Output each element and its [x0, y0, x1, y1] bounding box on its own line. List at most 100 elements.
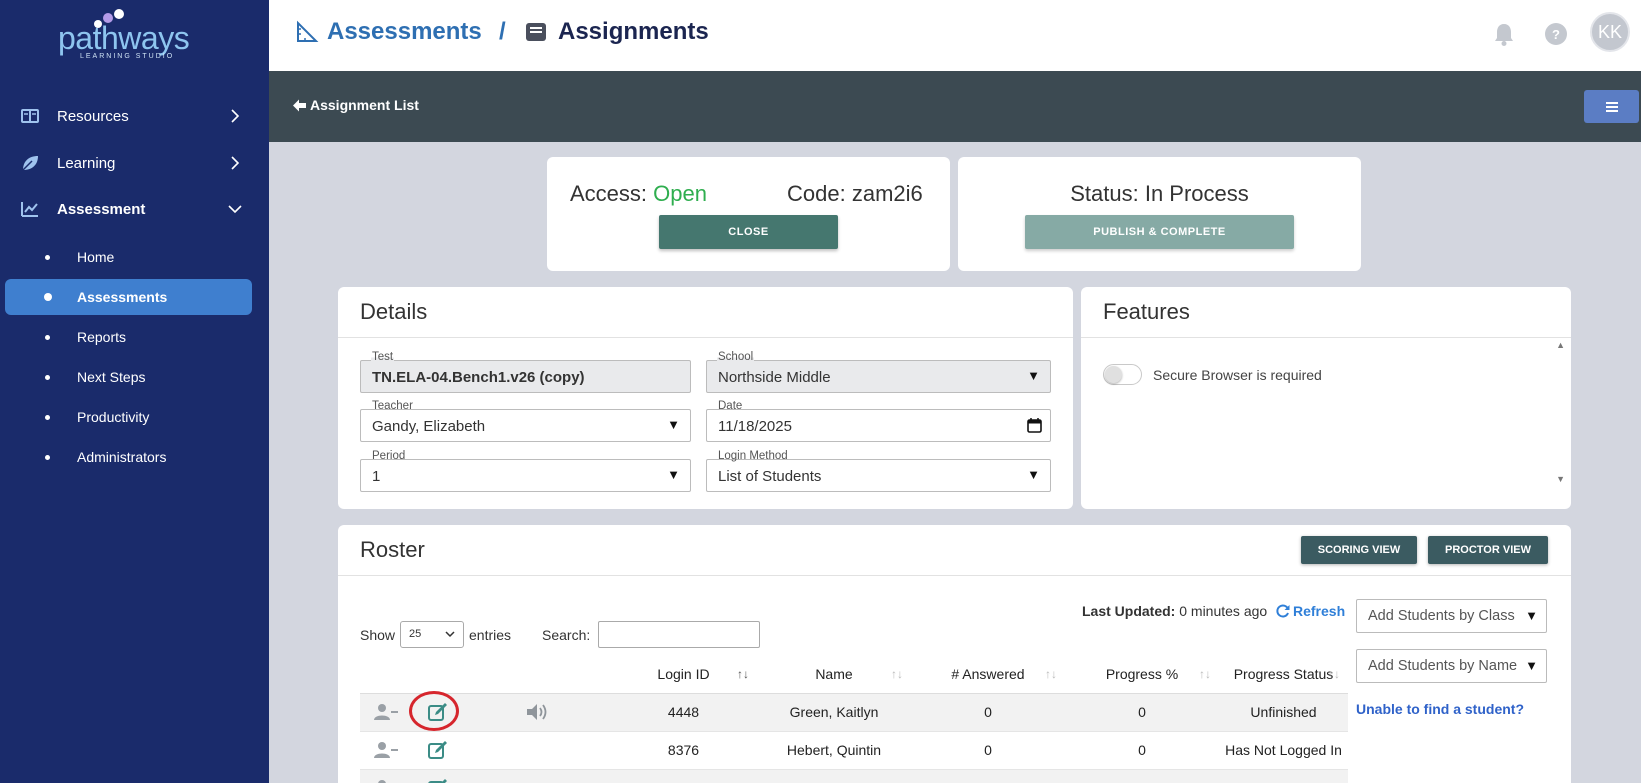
sidebar-subitem-home[interactable]: Home	[5, 239, 252, 275]
login-id-cell	[610, 769, 757, 783]
divider	[338, 575, 1571, 576]
column-header-progress-status[interactable]: Progress Status ↑↓	[1219, 655, 1348, 694]
details-card: Details Test TN.ELA-04.Bench1.v26 (copy)…	[338, 287, 1073, 509]
code-label: Code:	[787, 181, 846, 206]
show-label: Show	[360, 627, 396, 643]
scoring-view-button[interactable]: SCORING VIEW	[1301, 536, 1417, 564]
status-value: In Process	[1144, 181, 1249, 206]
user-minus-icon[interactable]	[374, 779, 398, 783]
sort-icon: ↑↓	[891, 667, 903, 681]
login-method-select[interactable]: Login Method List of Students ▼	[706, 450, 1051, 492]
sidebar-subitem-administrators[interactable]: Administrators	[5, 439, 252, 475]
remove-student-cell	[360, 693, 412, 732]
access-code: Code: zam2i6	[787, 181, 923, 207]
caret-down-icon: ▼	[1525, 658, 1538, 673]
scroll-down-icon[interactable]: ▼	[1556, 474, 1565, 484]
date-input-label: Date	[717, 400, 744, 412]
teacher-select-label: Teacher	[371, 400, 414, 412]
hamburger-icon	[1605, 101, 1618, 112]
bell-icon[interactable]	[1490, 20, 1518, 48]
sort-asc-icon: ↑↓	[737, 667, 749, 681]
column-header-label: # Answered	[951, 665, 1025, 682]
access-status: Access: Open	[570, 181, 707, 207]
bullet-icon	[45, 414, 50, 420]
entries-select[interactable]: 25	[400, 621, 464, 648]
status-label: Status:	[1070, 181, 1139, 206]
sidebar-subitem-reports[interactable]: Reports	[5, 319, 252, 355]
bullet-icon	[45, 334, 50, 340]
edit-icon[interactable]	[427, 777, 449, 783]
volume-icon[interactable]	[526, 703, 548, 721]
sidebar: pathways LEARNING STUDIO Resources Learn…	[0, 0, 269, 783]
user-minus-icon[interactable]	[374, 703, 398, 721]
back-link-label: Assignment List	[310, 97, 419, 113]
name-cell	[757, 769, 911, 783]
login-id-cell: 8376	[610, 731, 757, 770]
arrow-left-icon	[293, 99, 306, 111]
avatar[interactable]: KK	[1590, 12, 1630, 52]
teacher-select[interactable]: Teacher Gandy, Elizabeth ▼	[360, 400, 691, 442]
user-minus-icon[interactable]	[374, 741, 398, 759]
add-students-by-name-select[interactable]: Add Students by Name ▼	[1356, 649, 1547, 683]
publish-complete-button[interactable]: PUBLISH & COMPLETE	[1025, 215, 1294, 249]
progress-cell	[1065, 769, 1219, 783]
sidebar-subitem-assessments[interactable]: Assessments	[5, 279, 252, 315]
features-title: Features	[1103, 299, 1190, 324]
period-select[interactable]: Period 1 ▼	[360, 450, 691, 492]
hamburger-menu-button[interactable]	[1584, 90, 1639, 123]
add-students-by-class-select[interactable]: Add Students by Class ▼	[1356, 599, 1547, 633]
table-row: 4448 Green, Kaitlyn 0 0 Unfinished	[360, 693, 1348, 732]
calendar-icon[interactable]	[1027, 418, 1042, 433]
scroll-up-icon[interactable]: ▲	[1556, 340, 1565, 350]
secure-browser-label: Secure Browser is required	[1153, 367, 1322, 383]
column-header-name[interactable]: Name ↑↓	[757, 655, 911, 694]
sidebar-item-learning[interactable]: Learning	[0, 143, 269, 183]
svg-text:?: ?	[1552, 27, 1560, 42]
answered-cell	[911, 769, 1065, 783]
unable-to-find-student-link[interactable]: Unable to find a student?	[1356, 701, 1524, 717]
column-header-answered[interactable]: # Answered ↑↓	[911, 655, 1065, 694]
access-card: Access: Open Code: zam2i6 CLOSE	[547, 157, 950, 271]
pathways-logo[interactable]: pathways LEARNING STUDIO	[50, 6, 210, 66]
roster-card: Roster SCORING VIEW PROCTOR VIEW Show 25…	[338, 525, 1571, 783]
secure-browser-toggle[interactable]	[1103, 364, 1142, 385]
breadcrumb-assessments[interactable]: Assessments	[295, 18, 482, 46]
school-select[interactable]: School Northside Middle ▼	[706, 351, 1051, 393]
school-select-label: School	[717, 351, 755, 363]
sidebar-subitem-label: Next Steps	[77, 369, 146, 385]
progress-cell: 0	[1065, 731, 1219, 770]
period-select-value: 1	[372, 468, 381, 485]
edit-icon[interactable]	[427, 701, 449, 723]
login-method-select-label: Login Method	[717, 450, 789, 462]
refresh-link[interactable]: Refresh	[1276, 603, 1345, 619]
sidebar-subitem-productivity[interactable]: Productivity	[5, 399, 252, 435]
test-field-label: Test	[371, 351, 395, 363]
sidebar-item-label: Resources	[57, 107, 129, 125]
column-header-login-id[interactable]: Login ID ↑↓	[610, 655, 757, 694]
answered-cell: 0	[911, 731, 1065, 770]
remove-student-cell	[360, 731, 412, 770]
help-icon[interactable]: ?	[1542, 20, 1570, 48]
back-to-assignment-list-link[interactable]: Assignment List	[293, 97, 419, 113]
edit-student-cell	[412, 693, 464, 732]
column-header-label: Progress Status	[1233, 665, 1334, 682]
date-input[interactable]: Date 11/18/2025	[706, 400, 1051, 442]
caret-down-icon: ▼	[667, 417, 680, 432]
assignment-status: Status: In Process	[958, 181, 1361, 207]
roster-search-input[interactable]	[598, 621, 760, 648]
column-header	[360, 655, 412, 694]
proctor-view-button[interactable]: PROCTOR VIEW	[1428, 536, 1548, 564]
sidebar-item-assessment[interactable]: Assessment	[0, 189, 269, 229]
edit-icon[interactable]	[427, 739, 449, 761]
bullet-icon	[45, 454, 50, 460]
column-header-label: Name	[815, 665, 853, 682]
close-access-button[interactable]: CLOSE	[659, 215, 838, 249]
table-header-row: Login ID ↑↓ Name ↑↓ # Answered ↑↓ Progress …	[360, 655, 1348, 694]
sidebar-subitem-next-steps[interactable]: Next Steps	[5, 359, 252, 395]
column-header-label: Login ID	[657, 665, 710, 682]
sidebar-item-resources[interactable]: Resources	[0, 96, 269, 136]
divider	[338, 337, 1073, 338]
column-header-progress[interactable]: Progress % ↑↓	[1065, 655, 1219, 694]
sidebar-subitem-label: Administrators	[77, 449, 167, 465]
entries-label: entries	[469, 627, 512, 643]
